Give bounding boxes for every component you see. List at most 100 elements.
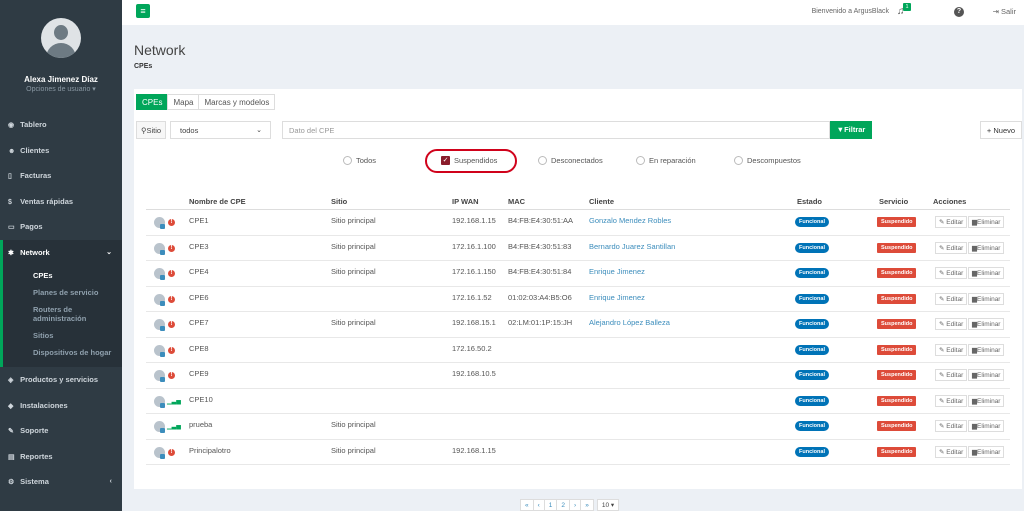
col-header-cliente[interactable]: Cliente	[589, 197, 614, 206]
sidebar-item-reportes[interactable]: ▤ Reportes	[0, 444, 122, 470]
new-button[interactable]: + Nuevo	[980, 121, 1022, 139]
hamburger-icon: ≡	[140, 6, 146, 16]
status-badge: Funcional	[795, 242, 829, 253]
page-last-button[interactable]: »	[580, 499, 594, 511]
cell-client-link[interactable]: Alejandro López Balleza	[589, 318, 670, 327]
notifications-button[interactable]: ♫ 1	[897, 3, 911, 18]
col-header-servicio[interactable]: Servicio	[879, 197, 908, 206]
cell-site: Sitio principal	[331, 267, 376, 276]
table-row: ! CPE3 Sitio principal 172.16.1.100 B4:FB:E4…	[146, 236, 1010, 261]
user-options-link[interactable]: Opciones de usuario ▾	[0, 85, 122, 93]
cell-name: CPE10	[189, 394, 213, 404]
edit-button[interactable]: ✎ Editar	[935, 292, 968, 305]
tab-mapa[interactable]: Mapa	[167, 94, 199, 110]
subnav-sitios[interactable]: Sitios	[3, 327, 122, 344]
logout-icon: ⇥	[992, 7, 999, 16]
highlight-annotation	[425, 149, 517, 173]
filter-row: ⚲Sitio todos ⌄ Dato del CPE ▼Filtrar + Nu…	[136, 121, 1022, 139]
logout-button[interactable]: ⇥ Salir	[993, 7, 1016, 16]
radio-desconectados[interactable]: Desconectados	[538, 154, 603, 168]
radio-descompuestos[interactable]: Descompuestos	[734, 154, 801, 168]
col-header-sitio[interactable]: Sitio	[331, 197, 347, 206]
cell-client-link[interactable]: Gonzalo Mendez Robles	[589, 216, 671, 225]
help-button[interactable]: ?	[954, 7, 964, 17]
delete-button[interactable]: ▆Eliminar	[968, 445, 1005, 458]
chevron-left-icon: ‹	[109, 478, 112, 485]
sidebar-item-tablero[interactable]: ◉ Tablero	[0, 112, 122, 138]
subnav-dispositivos[interactable]: Dispositivos de hogar	[3, 344, 122, 361]
dollar-icon: $	[8, 198, 12, 206]
edit-button[interactable]: ✎ Editar	[935, 318, 968, 330]
cell-client-link[interactable]: Enrique Jimenez	[589, 267, 645, 276]
page-2-button[interactable]: 2	[556, 499, 570, 511]
menu-toggle-button[interactable]: ≡	[136, 4, 150, 18]
delete-button[interactable]: ▆Eliminar	[968, 216, 1005, 228]
table-header: Nombre de CPE Sitio IP WAN MAC Cliente E…	[146, 193, 1010, 210]
service-badge: Suspendido	[877, 370, 917, 380]
edit-icon: ✎	[939, 244, 945, 252]
edit-button[interactable]: ✎ Editar	[935, 267, 968, 279]
site-select[interactable]: todos ⌄	[170, 121, 271, 139]
cell-client-link[interactable]: Bernardo Juarez Santillan	[589, 242, 675, 251]
avatar[interactable]	[41, 18, 81, 58]
sidebar-item-instalaciones[interactable]: ◆ Instalaciones	[0, 393, 122, 419]
cell-name: CPE6	[189, 292, 209, 302]
sidebar-item-sistema[interactable]: ⚙ Sistema ‹	[0, 469, 122, 495]
service-badge: Suspendido	[877, 344, 917, 355]
delete-button[interactable]: ▆Eliminar	[968, 420, 1005, 432]
subnav-routers[interactable]: Routers de administración	[3, 301, 122, 327]
edit-button[interactable]: ✎ Editar	[935, 216, 968, 228]
radio-todos[interactable]: Todos	[343, 154, 376, 168]
edit-button[interactable]: ✎ Editar	[935, 445, 968, 458]
alert-icon: !	[168, 346, 175, 354]
sidebar-item-pagos[interactable]: ▭ Pagos	[0, 214, 122, 240]
page-next-button[interactable]: ›	[569, 499, 581, 511]
alert-icon: !	[168, 244, 175, 252]
sidebar-item-network[interactable]: ✱ Network ⌄	[0, 239, 122, 265]
cell-name: CPE9	[189, 369, 209, 378]
table-row: ! Principalotro Sitio principal 192.168.1.1…	[146, 440, 1010, 465]
delete-button[interactable]: ▆Eliminar	[968, 292, 1005, 305]
service-badge: Suspendido	[877, 293, 917, 304]
delete-button[interactable]: ▆Eliminar	[968, 343, 1005, 356]
edit-button[interactable]: ✎ Editar	[935, 369, 968, 381]
col-header-ip[interactable]: IP WAN	[452, 197, 479, 206]
sidebar-item-soporte[interactable]: ✎ Soporte	[0, 418, 122, 444]
cell-site: Sitio principal	[331, 420, 376, 429]
table-row: ! CPE7 Sitio principal 192.168.15.1 02:LM:01…	[146, 312, 1010, 338]
delete-button[interactable]: ▆Eliminar	[968, 369, 1005, 381]
filter-button[interactable]: ▼Filtrar	[830, 121, 872, 139]
radio-en-reparacion[interactable]: En reparación	[636, 154, 696, 168]
table-row: ! CPE1 Sitio principal 192.168.1.15 B4:FB:E4…	[146, 210, 1010, 236]
service-badge: Suspendido	[877, 242, 917, 253]
sidebar-item-productos[interactable]: ◈ Productos y servicios	[0, 367, 122, 393]
tab-cpes[interactable]: CPEs	[136, 94, 168, 110]
col-header-estado[interactable]: Estado	[797, 197, 822, 206]
edit-button[interactable]: ✎ Editar	[935, 343, 968, 356]
signal-icon: ▁▃▅	[167, 398, 181, 405]
col-header-mac[interactable]: MAC	[508, 197, 525, 206]
page-prev-button[interactable]: ‹	[532, 499, 544, 511]
page-size-select[interactable]: 10 ▾	[596, 499, 620, 511]
device-icon	[154, 370, 165, 382]
table-row: ! CPE9 192.168.10.5 Funcional Suspendido ✎ Ed…	[146, 363, 1010, 389]
edit-button[interactable]: ✎ Editar	[935, 241, 968, 254]
subnav-cpes[interactable]: CPEs	[3, 267, 122, 284]
page-1-button[interactable]: 1	[543, 499, 557, 511]
edit-button[interactable]: ✎ Editar	[935, 394, 968, 407]
cell-client-link[interactable]: Enrique Jimenez	[589, 293, 645, 302]
delete-button[interactable]: ▆Eliminar	[968, 241, 1005, 254]
service-badge: Suspendido	[877, 395, 917, 406]
delete-button[interactable]: ▆Eliminar	[968, 267, 1005, 279]
edit-button[interactable]: ✎ Editar	[935, 420, 968, 432]
network-icon: ✱	[8, 249, 14, 257]
col-header-acciones: Acciones	[933, 197, 967, 206]
cpe-search-input[interactable]: Dato del CPE	[282, 121, 830, 139]
delete-button[interactable]: ▆Eliminar	[968, 318, 1005, 330]
sidebar-item-ventas[interactable]: $ Ventas rápidas	[0, 189, 122, 215]
col-header-nombre[interactable]: Nombre de CPE	[189, 197, 246, 206]
tab-marcas-modelos[interactable]: Marcas y modelos	[198, 94, 276, 110]
page-first-button[interactable]: «	[520, 499, 533, 511]
delete-button[interactable]: ▆Eliminar	[968, 394, 1005, 407]
subnav-planes[interactable]: Planes de servicio	[3, 284, 122, 301]
